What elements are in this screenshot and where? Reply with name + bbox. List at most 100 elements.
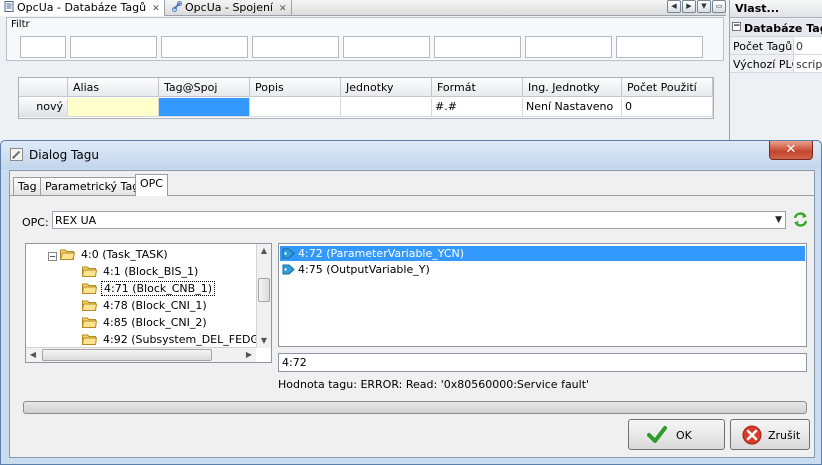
scroll-down-icon[interactable]: ▼ [257, 334, 271, 348]
scrollbar-thumb[interactable] [42, 349, 212, 361]
tree-node[interactable]: 4:1 (Block_BIS_1) [82, 263, 200, 280]
scroll-left-icon[interactable]: ◀ [26, 348, 40, 362]
column-header-format[interactable]: Formát [432, 78, 523, 97]
opc-variable-list[interactable]: 4:72 (ParameterVariable_YCN) 4:75 (Outpu… [278, 243, 807, 347]
opc-node-tree[interactable]: − 4:0 (Task_TASK) 4:1 (Block_BIS_1) 4:71 … [25, 243, 272, 363]
dialog-title-bar[interactable]: Dialog Tagu ✕ [1, 141, 821, 169]
property-key: Výchozí PLC [733, 58, 793, 71]
property-row[interactable]: Počet Tagů 0 [730, 37, 822, 55]
column-header-tag[interactable]: Tag@Spoj [159, 78, 250, 97]
filter-input-popis[interactable] [252, 36, 339, 58]
filter-label: Filtr [11, 19, 30, 30]
filter-input-format[interactable] [434, 36, 521, 58]
tree-node-label: 4:71 (Block_CNB_1) [101, 281, 215, 296]
column-header-ing-jednotky[interactable]: Ing. Jednotky [523, 78, 622, 97]
checkmark-icon [647, 426, 667, 443]
chevron-down-icon[interactable]: ▼ [775, 215, 782, 225]
properties-group-label: Databáze Tagů [744, 22, 822, 35]
column-header-popis[interactable]: Popis [250, 78, 341, 97]
folder-icon [82, 317, 97, 328]
tab-tag[interactable]: Tag [13, 177, 42, 195]
tab-list-button[interactable]: ▼ [697, 0, 711, 13]
cell-format[interactable]: #.# [432, 98, 523, 117]
close-all-button[interactable]: ▭ [712, 0, 726, 13]
tag-grid: Alias Tag@Spoj Popis Jednotky Formát Ing… [18, 77, 714, 119]
cell-tag[interactable] [159, 98, 250, 117]
refresh-icon[interactable] [792, 211, 809, 228]
filter-input-row-header[interactable] [20, 36, 66, 58]
tag-address-input[interactable]: 4:72 [278, 353, 807, 372]
filter-input-jednotky[interactable] [343, 36, 430, 58]
tree-node-label: 4:78 (Block_CNI_1) [103, 299, 207, 312]
collapse-icon[interactable]: − [732, 22, 741, 31]
tag-dialog: Dialog Tagu ✕ Tag Parametrický Tag OPC O… [0, 140, 822, 465]
scrollbar-thumb[interactable] [258, 278, 270, 302]
cell-pocet-pouziti[interactable]: 0 [622, 98, 713, 117]
tree-horizontal-scrollbar[interactable]: ◀ ▶ [26, 347, 256, 362]
variable-item-selected[interactable]: 4:72 (ParameterVariable_YCN) [280, 246, 805, 261]
filter-input-tag[interactable] [161, 36, 248, 58]
grid-corner [19, 78, 68, 97]
tab-label: OpcUa - Databáze Tagů [17, 1, 147, 14]
tab-opc[interactable]: OPC [135, 174, 168, 196]
tree-node-task[interactable]: − 4:0 (Task_TASK) [48, 246, 170, 263]
column-header-pocet-pouziti[interactable]: Počet Použití [622, 78, 713, 97]
scroll-right-icon[interactable]: ▶ [242, 348, 256, 362]
tree-node-selected[interactable]: 4:71 (Block_CNB_1) [82, 280, 215, 297]
property-row[interactable]: Výchozí PLC script [730, 55, 822, 73]
cell-jednotky[interactable] [341, 98, 432, 117]
filter-input-ing-jednotky[interactable] [525, 36, 612, 58]
ok-button[interactable]: OK [628, 419, 725, 450]
cancel-button[interactable]: Zrušit [730, 419, 810, 450]
filter-input-alias[interactable] [70, 36, 157, 58]
tag-value-status: Hodnota tagu: ERROR: Read: '0x80560000:S… [278, 378, 590, 391]
tree-node-label: 4:85 (Block_CNI_2) [103, 316, 207, 329]
new-row-button[interactable]: nový [19, 98, 68, 117]
cancel-label: Zrušit [768, 429, 801, 442]
column-header-alias[interactable]: Alias [68, 78, 159, 97]
properties-group[interactable]: − Databáze Tagů [730, 19, 822, 37]
collapse-icon[interactable]: − [48, 252, 57, 261]
variable-label: 4:72 (ParameterVariable_YCN) [298, 247, 465, 260]
scroll-up-icon[interactable]: ▲ [257, 244, 271, 258]
property-value[interactable]: 0 [793, 37, 822, 54]
variable-item[interactable]: 4:75 (OutputVariable_Y) [280, 262, 805, 277]
opc-label: OPC: [22, 216, 49, 229]
tab-opcua-spojeni[interactable]: OpcUa - Spojení ✕ [168, 0, 292, 16]
scroll-right-button[interactable]: ▶ [682, 0, 696, 13]
close-dialog-button[interactable]: ✕ [769, 141, 813, 160]
tab-opcua-databaze-tagu[interactable]: OpcUa - Databáze Tagů ✕ [0, 0, 165, 16]
close-tab-icon[interactable]: ✕ [152, 4, 160, 14]
column-header-jednotky[interactable]: Jednotky [341, 78, 432, 97]
cell-alias[interactable] [68, 98, 159, 117]
tab-label: OpcUa - Spojení [185, 1, 273, 14]
properties-title: Vlast... [730, 0, 822, 18]
tree-node[interactable]: 4:85 (Block_CNI_2) [82, 314, 209, 331]
filter-panel: Filtr [6, 17, 724, 61]
dialog-body: Tag Parametrický Tag OPC OPC: REX UA ▼ −… [9, 170, 815, 458]
ok-label: OK [676, 429, 692, 442]
tree-vertical-scrollbar[interactable]: ▲ ▼ [256, 244, 271, 348]
tag-icon [282, 264, 295, 275]
dialog-title: Dialog Tagu [29, 148, 99, 162]
cell-popis[interactable] [250, 98, 341, 117]
variable-label: 4:75 (OutputVariable_Y) [298, 263, 430, 276]
progress-bar [23, 401, 807, 414]
folder-icon [82, 266, 97, 277]
filter-input-pocet[interactable] [616, 36, 703, 58]
tree-node-label: 4:92 (Subsystem_DEL_FEDGE) [103, 333, 271, 346]
close-icon: ✕ [785, 142, 797, 157]
scroll-left-button[interactable]: ◀ [667, 0, 681, 13]
link-icon [172, 1, 182, 12]
document-tab-bar: OpcUa - Databáze Tagů ✕ OpcUa - Spojení ✕ … [0, 0, 726, 16]
tab-parametricky-tag[interactable]: Parametrický Tag [40, 177, 145, 195]
database-icon [4, 1, 14, 12]
pencil-icon [10, 148, 23, 161]
opc-server-select[interactable]: REX UA ▼ [52, 211, 786, 229]
close-tab-icon[interactable]: ✕ [279, 4, 287, 14]
tree-node[interactable]: 4:78 (Block_CNI_1) [82, 297, 209, 314]
property-value[interactable]: script [793, 55, 822, 72]
cell-ing-jednotky[interactable]: Není Nastaveno [523, 98, 622, 117]
property-key: Počet Tagů [733, 40, 793, 53]
tree-node[interactable]: 4:92 (Subsystem_DEL_FEDGE) [82, 331, 271, 348]
